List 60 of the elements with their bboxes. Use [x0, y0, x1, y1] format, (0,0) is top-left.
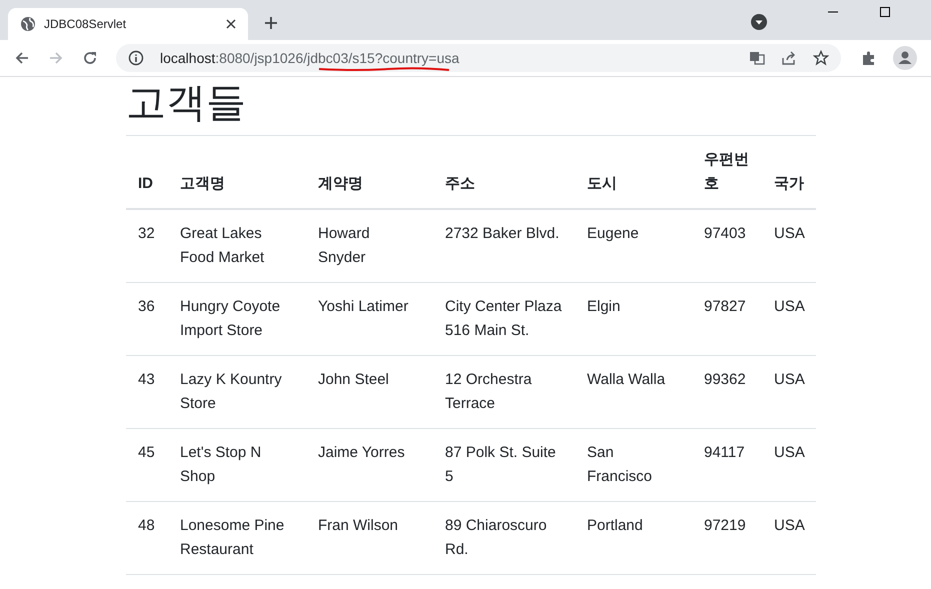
table-cell: 94117	[704, 444, 745, 461]
table-cell: 97403	[704, 225, 746, 242]
table-cell: Jaime Yorres	[318, 444, 405, 461]
table-cell: 32	[138, 225, 155, 242]
table-cell: Eugene	[587, 225, 639, 242]
table-cell: 2732 Baker Blvd.	[445, 225, 560, 242]
table-cell: Lonesome Pine Restaurant	[180, 517, 284, 558]
close-tab-icon[interactable]	[226, 19, 236, 29]
table-cell: Portland	[587, 517, 643, 534]
maximize-icon[interactable]	[879, 6, 891, 18]
column-header: 국가	[762, 136, 816, 209]
table-cell: Hungry Coyote Import Store	[180, 298, 280, 339]
table-cell: Fran Wilson	[318, 517, 398, 534]
table-cell: USA	[774, 225, 805, 242]
table-cell: 43	[138, 371, 155, 388]
table-cell: Elgin	[587, 298, 620, 315]
table-cell: 36	[138, 298, 155, 315]
table-cell: USA	[774, 371, 805, 388]
table-cell: City Center Plaza 516 Main St.	[445, 298, 562, 339]
table-cell: 97827	[704, 298, 746, 315]
table-cell: 97219	[704, 517, 746, 534]
column-header: 우편번호	[692, 136, 762, 209]
reload-icon[interactable]	[82, 50, 98, 66]
url-text: localhost:8080/jsp1026/jdbc03/s15?country=usa	[160, 50, 460, 66]
table-cell: Yoshi Latimer	[318, 298, 408, 315]
column-header: 고객명	[168, 136, 306, 209]
bookmark-star-icon[interactable]	[813, 50, 829, 66]
profile-avatar-icon[interactable]	[893, 46, 917, 70]
tab-title: JDBC08Servlet	[44, 17, 128, 31]
table-cell: 45	[138, 444, 155, 461]
table-cell: USA	[774, 517, 805, 534]
column-header: 도시	[575, 136, 692, 209]
back-icon[interactable]	[14, 50, 30, 66]
browser-tab[interactable]: JDBC08Servlet	[8, 8, 248, 40]
page-heading: 고객들	[126, 80, 247, 127]
share-icon[interactable]	[781, 50, 797, 66]
address-bar[interactable]: localhost:8080/jsp1026/jdbc03/s15?country=usa	[116, 44, 841, 72]
column-header: 주소	[433, 136, 575, 209]
table-cell: Howard Snyder	[318, 225, 370, 266]
table-cell: USA	[774, 444, 805, 461]
table-cell: 48	[138, 517, 155, 534]
globe-icon	[20, 16, 36, 32]
column-header: 계약명	[306, 136, 433, 209]
new-tab-icon[interactable]	[264, 16, 278, 30]
table-cell: 89 Chiaroscuro Rd.	[445, 517, 547, 558]
column-header: ID	[126, 136, 168, 209]
table-cell: Walla Walla	[587, 371, 666, 388]
info-icon	[128, 50, 144, 66]
puzzle-icon[interactable]	[861, 50, 877, 66]
table-cell: Lazy K Kountry Store	[180, 371, 282, 412]
table-cell: 99362	[704, 371, 746, 388]
table-cell: John Steel	[318, 371, 389, 388]
translate-icon[interactable]	[749, 50, 765, 66]
table-cell: Great Lakes Food Market	[180, 225, 264, 266]
table-cell: 87 Polk St. Suite 5	[445, 444, 556, 485]
table-cell: 12 Orchestra Terrace	[445, 371, 532, 412]
table-cell: USA	[774, 298, 805, 315]
table-cell: San Francisco	[587, 444, 652, 485]
tab-search-icon[interactable]	[751, 14, 767, 30]
table-cell: Let's Stop N Shop	[180, 444, 262, 485]
